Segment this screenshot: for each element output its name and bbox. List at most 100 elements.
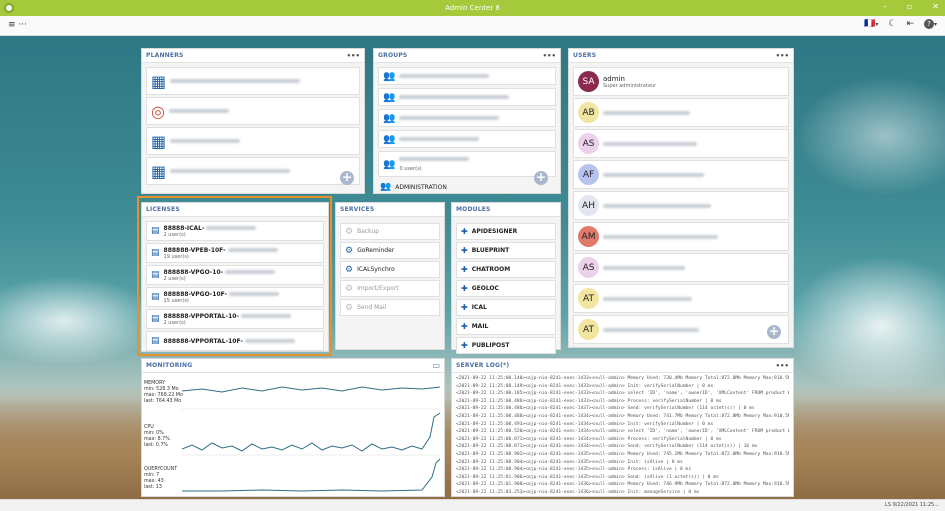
memory-line bbox=[182, 386, 440, 393]
user-item[interactable]: SA admin Super administrateur bbox=[573, 67, 789, 96]
log-line: <2021-09-22 11:25:03.253><ajp-nio-8241-e… bbox=[456, 489, 700, 494]
group-item[interactable]: 👥 bbox=[378, 67, 556, 85]
user-item[interactable]: AS bbox=[573, 253, 789, 282]
planner-item[interactable]: ▦ bbox=[146, 157, 360, 185]
user-role: Super administrateur bbox=[603, 82, 657, 89]
service-item[interactable]: ⚙ GoReminder bbox=[340, 242, 440, 259]
planner-icon: ▦ bbox=[151, 161, 167, 181]
group-label: ADMINISTRATION bbox=[395, 183, 447, 191]
log-line: <2021-09-22 11:25:00.902><ajp-nio-8241-e… bbox=[456, 451, 789, 457]
group-item[interactable]: 👥 0 user(s) bbox=[378, 151, 556, 177]
memory-stats: MEMORY min: 528.3 Mo max: 768.22 Mo last… bbox=[144, 381, 183, 405]
logout-icon[interactable]: ⇤ bbox=[906, 19, 914, 29]
user-avatar: AS bbox=[578, 133, 599, 154]
planner-item[interactable]: ◎ bbox=[146, 97, 360, 125]
service-item[interactable]: ⚙ ICALSynchro bbox=[340, 261, 440, 278]
group-icon: 👥 bbox=[383, 112, 396, 124]
puzzle-icon: ✚ bbox=[461, 322, 468, 331]
log-line: <2021-09-22 11:25:00.493><ajp-nio-8241-e… bbox=[456, 421, 714, 427]
maximize-button[interactable]: ▫ bbox=[907, 2, 912, 11]
target-icon: ◎ bbox=[151, 101, 165, 121]
user-item[interactable]: AF bbox=[573, 160, 789, 189]
planners-title: PLANNERS bbox=[146, 52, 184, 59]
planner-item[interactable]: ▦ bbox=[146, 127, 360, 155]
planner-item[interactable]: ▦ bbox=[146, 67, 360, 95]
user-item[interactable]: AT bbox=[573, 315, 789, 344]
service-label: Backup bbox=[357, 228, 380, 235]
users-more-button[interactable]: ••• bbox=[776, 52, 789, 60]
group-icon: 👥 bbox=[383, 133, 396, 145]
user-item[interactable]: AH bbox=[573, 191, 789, 220]
group-item[interactable]: 👥 bbox=[378, 109, 556, 127]
log-line: <2021-09-22 11:25:00.149><ajp-nio-8241-e… bbox=[456, 383, 714, 389]
title-bar: Admin Center 8 – ▫ ✕ bbox=[0, 0, 945, 16]
monitor-icon[interactable]: ▭ bbox=[432, 361, 440, 370]
module-item[interactable]: ✚ PUBLIPOST bbox=[456, 337, 556, 354]
user-avatar: AM bbox=[578, 226, 599, 247]
modules-title: MODULES bbox=[456, 206, 491, 213]
user-item[interactable]: AT bbox=[573, 284, 789, 313]
module-label: CHATROOM bbox=[471, 266, 511, 273]
gear-icon: ⚙ bbox=[345, 226, 354, 237]
module-item[interactable]: ✚ BLUEPRINT bbox=[456, 242, 556, 259]
user-item[interactable]: AM bbox=[573, 222, 789, 251]
dark-mode-icon[interactable]: ☾ bbox=[888, 19, 896, 29]
status-datetime: LS 9/22/2021 11:25... bbox=[885, 502, 939, 508]
services-panel: SERVICES ⚙ Backup ⚙ GoReminder ⚙ ICALSynchro ⚙… bbox=[335, 202, 445, 350]
user-item[interactable]: AS bbox=[573, 129, 789, 158]
user-avatar: AF bbox=[578, 164, 599, 185]
module-item[interactable]: ✚ GEOLOC bbox=[456, 280, 556, 297]
add-group-button[interactable]: + bbox=[534, 171, 548, 185]
module-item[interactable]: ✚ ICAL bbox=[456, 299, 556, 316]
gear-icon: ⚙ bbox=[345, 283, 354, 294]
service-label: GoReminder bbox=[357, 247, 395, 254]
user-item[interactable]: AB bbox=[573, 98, 789, 127]
log-line: <2021-09-22 11:25:00.904><ajp-nio-8241-e… bbox=[456, 459, 683, 465]
log-line: <2021-09-22 11:25:01.906><ajp-nio-8241-e… bbox=[456, 474, 719, 480]
group-item-administration[interactable]: 👥 ADMINISTRATION bbox=[380, 182, 447, 192]
server-log-panel: SERVER LOG(*) ••• <2021-09-22 11:25:00.14… bbox=[451, 358, 794, 497]
log-line: <2021-09-22 11:25:00.520><ajp-nio-8241-e… bbox=[456, 429, 789, 435]
planners-more-button[interactable]: ••• bbox=[347, 52, 360, 60]
monitoring-panel: MONITORING ▭ MEMORY min: 528.3 Mo max: 76… bbox=[141, 358, 445, 497]
module-item[interactable]: ✚ CHATROOM bbox=[456, 261, 556, 278]
users-title: USERS bbox=[573, 52, 597, 59]
puzzle-icon: ✚ bbox=[461, 341, 468, 350]
close-button[interactable]: ✕ bbox=[932, 2, 939, 11]
module-label: APIDESIGNER bbox=[471, 228, 518, 235]
service-item[interactable]: ⚙ Send Mail bbox=[340, 299, 440, 316]
language-selector[interactable]: 🇫🇷▾ bbox=[864, 19, 878, 29]
add-user-button[interactable]: + bbox=[767, 325, 781, 339]
group-user-count: 0 user(s) bbox=[399, 165, 422, 172]
log-line: <2021-09-22 11:25:00.871><ajp-nio-8241-e… bbox=[456, 444, 758, 450]
service-item[interactable]: ⚙ Import/Export bbox=[340, 280, 440, 297]
minimize-button[interactable]: – bbox=[883, 2, 887, 11]
group-item[interactable]: 👥 bbox=[378, 88, 556, 106]
log-line: <2021-09-22 11:25:00.871><ajp-nio-8241-e… bbox=[456, 436, 722, 442]
service-item[interactable]: ⚙ Backup bbox=[340, 223, 440, 240]
group-icon: 👥 bbox=[380, 182, 392, 192]
group-item[interactable]: 👥 bbox=[378, 130, 556, 148]
puzzle-icon: ✚ bbox=[461, 265, 468, 274]
add-planner-button[interactable]: + bbox=[340, 171, 354, 185]
log-line: <2021-09-22 11:25:00.904><ajp-nio-8241-e… bbox=[456, 467, 692, 473]
menu-bar: ≡ ··· 🇫🇷▾ ☾ ⇤ ? ▾ bbox=[0, 16, 945, 36]
module-item[interactable]: ✚ APIDESIGNER bbox=[456, 223, 556, 240]
server-log-more-button[interactable]: ••• bbox=[776, 362, 789, 370]
app-logo-icon bbox=[4, 3, 14, 13]
groups-more-button[interactable]: ••• bbox=[543, 52, 556, 60]
group-icon: 👥 bbox=[383, 158, 396, 170]
cpu-stats: CPU min: 0% max: 8.7% last: 0.7% bbox=[144, 425, 170, 449]
service-label: Import/Export bbox=[357, 285, 399, 292]
status-bar: LS 9/22/2021 11:25... bbox=[0, 499, 945, 511]
user-name: admin bbox=[603, 74, 625, 83]
menu-icon[interactable]: ≡ ··· bbox=[8, 20, 27, 30]
gear-icon: ⚙ bbox=[345, 302, 354, 313]
help-icon[interactable]: ? ▾ bbox=[923, 19, 937, 29]
user-avatar: AT bbox=[578, 319, 599, 340]
memory-last: last: 764.43 Mo bbox=[144, 399, 182, 404]
services-title: SERVICES bbox=[340, 206, 375, 213]
cpu-last: last: 0.7% bbox=[144, 443, 168, 448]
module-item[interactable]: ✚ MAIL bbox=[456, 318, 556, 335]
groups-title: GROUPS bbox=[378, 52, 408, 59]
